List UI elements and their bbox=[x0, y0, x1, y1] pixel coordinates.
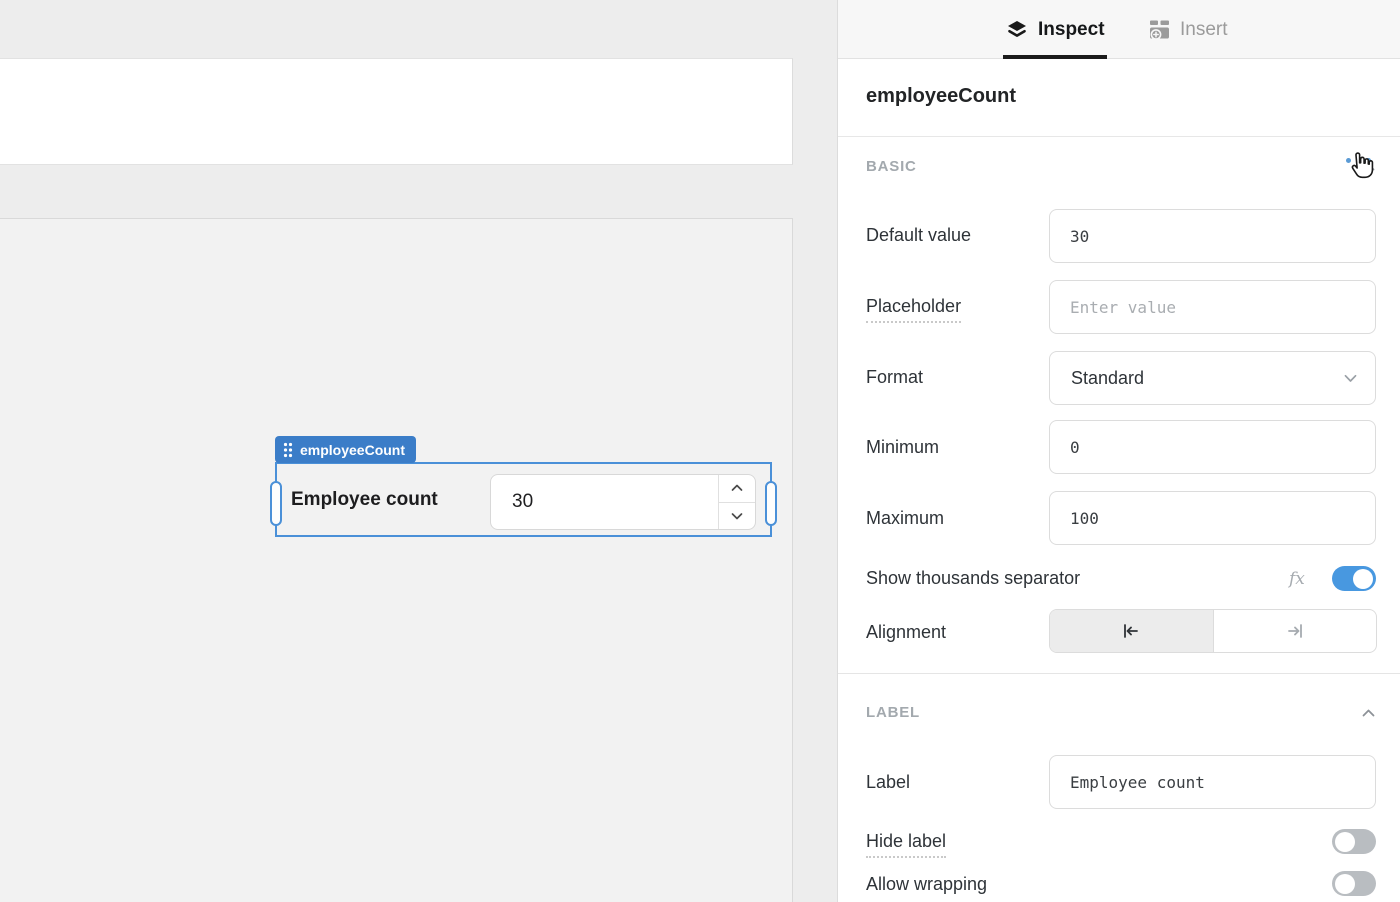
tab-insert[interactable]: Insert bbox=[1148, 0, 1228, 59]
thousands-separator-label: Show thousands separator bbox=[866, 568, 1081, 588]
hide-label-label: Hide label bbox=[866, 831, 947, 858]
inspector-panel: Inspect Insert employeeCount BASIC Defau… bbox=[837, 0, 1400, 902]
drag-handle-icon bbox=[283, 442, 293, 457]
align-left-button[interactable] bbox=[1050, 610, 1213, 652]
format-select[interactable]: Standard bbox=[1049, 351, 1376, 405]
align-left-icon bbox=[1124, 624, 1139, 638]
allow-wrapping-toggle[interactable] bbox=[1332, 871, 1376, 896]
chevron-down-icon bbox=[731, 512, 743, 520]
component-selection-box[interactable]: Employee count 30 bbox=[270, 462, 777, 537]
maximum-input[interactable] bbox=[1049, 491, 1376, 545]
layers-icon bbox=[1008, 20, 1026, 37]
number-input-component[interactable]: Employee count 30 bbox=[277, 464, 770, 535]
alignment-label: Alignment bbox=[866, 622, 947, 642]
default-value-label: Default value bbox=[866, 225, 972, 245]
app-window: employeeCount Employee count 30 Inspect … bbox=[0, 0, 1400, 902]
component-tag-label: employeeCount bbox=[300, 441, 406, 458]
thousands-separator-toggle[interactable] bbox=[1332, 566, 1376, 591]
number-input-value: 30 bbox=[512, 491, 534, 512]
allow-wrapping-label: Allow wrapping bbox=[866, 874, 988, 894]
chevron-up-icon bbox=[1362, 709, 1375, 716]
align-right-icon bbox=[1287, 624, 1302, 638]
label-section-header: LABEL bbox=[866, 704, 1375, 721]
canvas-header-frame[interactable] bbox=[0, 58, 793, 165]
resize-handle-right[interactable] bbox=[765, 481, 777, 526]
editor-canvas[interactable]: employeeCount Employee count 30 bbox=[0, 0, 837, 902]
basic-section-title: BASIC bbox=[866, 158, 917, 175]
format-label: Format bbox=[866, 367, 924, 387]
tab-inspect-label: Inspect bbox=[1038, 18, 1105, 40]
spinner-down-button[interactable] bbox=[719, 503, 755, 530]
component-tag[interactable]: employeeCount bbox=[275, 436, 417, 463]
hide-label-toggle[interactable] bbox=[1332, 829, 1376, 854]
placeholder-input[interactable] bbox=[1049, 280, 1376, 334]
inspector-header: employeeCount bbox=[838, 59, 1400, 179]
placeholder-label: Placeholder bbox=[866, 296, 962, 323]
default-value-input[interactable] bbox=[1049, 209, 1376, 263]
maximum-label: Maximum bbox=[866, 508, 945, 528]
canvas-main-frame[interactable]: employeeCount Employee count 30 bbox=[0, 218, 793, 902]
label-section-title: LABEL bbox=[866, 704, 920, 721]
collapse-label-button[interactable] bbox=[1362, 709, 1375, 717]
chevron-up-icon bbox=[731, 484, 743, 492]
basic-section-header: BASIC bbox=[866, 158, 1375, 175]
align-right-button[interactable] bbox=[1212, 610, 1377, 652]
selected-component-title: employeeCount bbox=[866, 85, 1017, 107]
insert-component-icon bbox=[1150, 20, 1169, 40]
resize-handle-left[interactable] bbox=[270, 481, 282, 526]
section-divider bbox=[838, 673, 1400, 674]
mouse-cursor-hand-icon bbox=[1351, 152, 1374, 179]
minimum-label: Minimum bbox=[866, 437, 940, 457]
component-label: Employee count bbox=[291, 488, 438, 510]
format-selected-value: Standard bbox=[1071, 367, 1145, 388]
spinner-up-button[interactable] bbox=[719, 475, 755, 503]
number-input-field[interactable]: 30 bbox=[490, 474, 756, 530]
alignment-segmented-control bbox=[1049, 609, 1377, 653]
tab-insert-label: Insert bbox=[1180, 18, 1228, 40]
fx-expression-button[interactable]: fx bbox=[1289, 569, 1305, 589]
tab-inspect[interactable]: Inspect bbox=[1003, 0, 1107, 59]
inspector-tabbar: Inspect Insert bbox=[838, 0, 1400, 59]
label-field-label: Label bbox=[866, 772, 911, 792]
minimum-input[interactable] bbox=[1049, 420, 1376, 474]
label-input[interactable] bbox=[1049, 755, 1376, 809]
chevron-down-icon bbox=[1344, 374, 1357, 382]
